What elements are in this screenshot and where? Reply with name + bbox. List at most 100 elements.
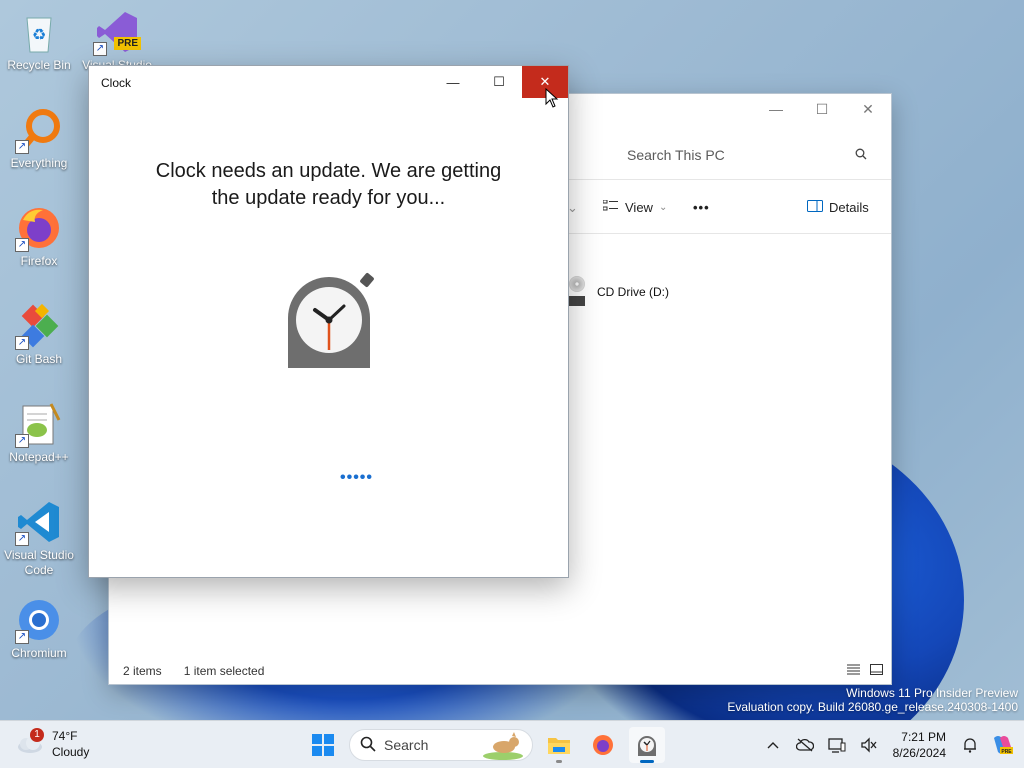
explorer-status-bar: 2 items 1 item selected: [123, 662, 883, 680]
clock-icon: [638, 735, 656, 756]
taskbar-clock[interactable]: [629, 727, 665, 763]
clock-titlebar[interactable]: Clock — ☐ ✕: [89, 66, 568, 98]
taskbar-file-explorer[interactable]: [541, 727, 577, 763]
cloud-icon: 1: [16, 728, 44, 754]
notepad-plus-plus-icon: ↗: [15, 400, 63, 448]
status-item-count: 2 items: [123, 664, 162, 678]
taskbar-search[interactable]: Search: [349, 729, 533, 761]
clock-app-icon: [278, 268, 380, 370]
taskbar-firefox[interactable]: [585, 727, 621, 763]
search-placeholder: Search This PC: [627, 147, 725, 163]
minimize-button[interactable]: —: [430, 66, 476, 98]
desktop-icon-label: Chromium: [11, 646, 67, 660]
chromium-icon: ↗: [15, 596, 63, 644]
desktop-icon-label: Everything: [10, 156, 68, 170]
details-button[interactable]: Details: [807, 200, 869, 215]
desktop-icon-label: Firefox: [20, 254, 58, 268]
update-message-line1: Clock needs an update. We are getting: [155, 160, 502, 182]
search-icon: [360, 736, 376, 755]
desktop-icon-everything[interactable]: ↗ Everything: [0, 106, 78, 171]
tiles-view-icon[interactable]: [870, 664, 883, 678]
taskbar-date: 8/26/2024: [892, 746, 946, 760]
shortcut-arrow-icon: ↗: [15, 630, 29, 644]
explorer-close-button[interactable]: ✕: [845, 94, 891, 124]
view-icon: [602, 199, 619, 215]
volume-muted-icon[interactable]: [853, 729, 885, 761]
drive-label: CD Drive (D:): [597, 285, 669, 299]
visual-studio-icon: PRE ↗: [93, 8, 141, 56]
taskbar: 1 74°F Cloudy Search 7:21 PM 8/26/2024 P…: [0, 720, 1024, 768]
evaluation-watermark: Windows 11 Pro Insider Preview Evaluatio…: [727, 686, 1018, 714]
show-hidden-icons-chevron-icon[interactable]: [757, 729, 789, 761]
weather-alert-badge: 1: [30, 728, 44, 742]
system-tray: 7:21 PM 8/26/2024 PRE: [757, 721, 1024, 768]
cd-drive-icon: [569, 276, 587, 308]
desktop-icon-recycle-bin[interactable]: ♻ Recycle Bin: [0, 8, 78, 73]
status-selected-count: 1 item selected: [183, 664, 265, 678]
view-button[interactable]: View ⌄: [602, 199, 668, 215]
watermark-line2: Evaluation copy. Build 26080.ge_release.…: [727, 700, 1018, 714]
pre-badge: PRE: [114, 37, 141, 50]
notification-bell-icon[interactable]: [954, 729, 986, 761]
shortcut-arrow-icon: ↗: [15, 434, 29, 448]
desktop-icon-label: Visual Studio Code: [4, 548, 74, 577]
explorer-maximize-button[interactable]: ☐: [799, 94, 845, 124]
weather-temperature: 74°F: [52, 729, 78, 743]
shortcut-arrow-icon: ↗: [15, 532, 29, 546]
taskbar-clock-display[interactable]: 7:21 PM 8/26/2024: [893, 729, 946, 761]
more-options-button[interactable]: •••: [693, 200, 710, 215]
firefox-icon: [593, 735, 613, 755]
shortcut-arrow-icon: ↗: [93, 42, 107, 56]
active-indicator: [640, 760, 654, 763]
taskbar-time: 7:21 PM: [901, 730, 946, 744]
explorer-minimize-button[interactable]: —: [753, 94, 799, 124]
desktop-icon-label: Recycle Bin: [7, 58, 71, 72]
desktop-icon-notepad-plus-plus[interactable]: ↗ Notepad++: [0, 400, 78, 465]
search-label: Search: [384, 737, 429, 753]
clock-window[interactable]: Clock — ☐ ✕ Clock needs an update. We ar…: [88, 65, 569, 578]
network-icon[interactable]: [821, 729, 853, 761]
search-highlight-icon: [482, 732, 524, 760]
drive-item-cd[interactable]: CD Drive (D:): [569, 276, 669, 308]
details-pane-icon: [807, 200, 823, 215]
maximize-button[interactable]: ☐: [476, 66, 522, 98]
desktop-icon-vscode[interactable]: ↗ Visual Studio Code: [0, 498, 78, 578]
loading-dots: •••••: [340, 469, 374, 486]
git-bash-icon: ↗: [15, 302, 63, 350]
windows-logo-icon: [312, 734, 334, 756]
update-message-line2: the update ready for you...: [211, 187, 446, 209]
running-indicator: [556, 760, 562, 763]
window-title: Clock: [101, 76, 132, 90]
update-message: Clock needs an update. We are getting th…: [89, 158, 568, 212]
explorer-search-input[interactable]: Search This PC: [617, 140, 877, 170]
svg-text:PRE: PRE: [1001, 749, 1012, 755]
details-label: Details: [829, 200, 869, 215]
taskbar-apps: Search: [305, 727, 665, 763]
folder-icon: [548, 738, 570, 754]
desktop-icon-firefox[interactable]: ↗ Firefox: [0, 204, 78, 269]
everything-search-icon: ↗: [15, 106, 63, 154]
firefox-icon: ↗: [15, 204, 63, 252]
shortcut-arrow-icon: ↗: [15, 140, 29, 154]
desktop-icon-label: Notepad++: [9, 450, 69, 464]
mouse-cursor-icon: [545, 87, 559, 113]
desktop-icon-chromium[interactable]: ↗ Chromium: [0, 596, 78, 661]
search-icon: [855, 148, 867, 163]
desktop-icon-visual-studio[interactable]: PRE ↗ Visual Studio 2022: [78, 8, 156, 73]
desktop-icon-git-bash[interactable]: ↗ Git Bash: [0, 302, 78, 367]
recycle-bin-icon: ♻: [15, 8, 63, 56]
shortcut-arrow-icon: ↗: [15, 238, 29, 252]
watermark-line1: Windows 11 Pro Insider Preview: [846, 686, 1018, 700]
vscode-icon: ↗: [15, 498, 63, 546]
chevron-down-icon: ⌄: [658, 202, 668, 213]
desktop-icon-label: Git Bash: [15, 352, 63, 366]
shortcut-arrow-icon: ↗: [15, 336, 29, 350]
copilot-icon[interactable]: PRE: [986, 729, 1018, 761]
view-label: View: [625, 200, 653, 215]
svg-text:♻: ♻: [32, 27, 46, 44]
weather-widget[interactable]: 1 74°F Cloudy: [16, 728, 89, 760]
onedrive-offline-icon[interactable]: [789, 729, 821, 761]
start-button[interactable]: [305, 727, 341, 763]
weather-condition: Cloudy: [52, 745, 90, 759]
details-view-icon[interactable]: [847, 664, 860, 678]
